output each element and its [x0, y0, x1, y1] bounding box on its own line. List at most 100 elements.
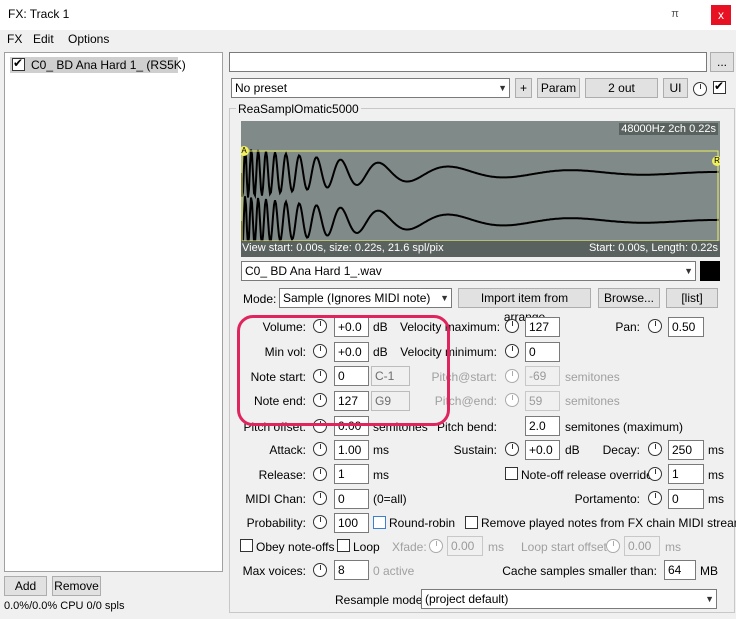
decay-knob-icon[interactable] [648, 442, 662, 456]
sustain-field[interactable]: +0.0 [525, 440, 560, 460]
title-bar: FX: Track 1 π x [0, 0, 736, 30]
round-robin-checkbox[interactable] [373, 516, 386, 529]
remove-button[interactable]: Remove [52, 576, 101, 596]
import-item-button[interactable]: Import item from arrange [458, 288, 591, 324]
param-button[interactable]: Param [537, 78, 580, 98]
loop-label: Loop [353, 540, 380, 554]
portamento-field[interactable]: 0 [668, 489, 704, 509]
xfade-label: Xfade: [392, 540, 427, 554]
pitch-end-unit: semitones [565, 394, 620, 408]
vel-max-knob-icon[interactable] [505, 319, 519, 333]
loop-start-knob-icon [606, 539, 620, 553]
xfade-unit: ms [488, 540, 504, 554]
resample-select[interactable]: (project default) ▼ [421, 589, 717, 609]
fx-enable-checkbox[interactable] [12, 56, 25, 71]
menu-edit[interactable]: Edit [33, 32, 54, 46]
menu-bar: FX Edit Options [0, 30, 736, 48]
marker-r[interactable]: R [712, 156, 720, 166]
mode-select[interactable]: Sample (Ignores MIDI note) ▼ [279, 288, 452, 308]
chevron-down-icon: ▼ [684, 266, 693, 276]
noteoff-override-label: Note-off release override: [521, 468, 657, 482]
list-button[interactable]: [list] [666, 288, 718, 308]
browse-button[interactable]: Browse... [598, 288, 660, 308]
release-label: Release: [258, 468, 306, 482]
attack-knob-icon[interactable] [313, 442, 327, 456]
add-button[interactable]: Add [4, 576, 47, 596]
file-select[interactable]: C0_ BD Ana Hard 1_.wav ▼ [241, 261, 696, 281]
noteoff-override-checkbox[interactable] [505, 467, 518, 480]
pitch-end-knob-icon [505, 393, 519, 407]
midi-chan-knob-icon[interactable] [313, 491, 327, 505]
pan-field[interactable]: 0.50 [668, 317, 704, 337]
pitch-bend-field[interactable]: 2.0 [525, 416, 560, 436]
attack-field[interactable]: 1.00 [334, 440, 369, 460]
decay-field[interactable]: 250 [668, 440, 704, 460]
decay-unit: ms [708, 443, 724, 457]
release-unit: ms [373, 468, 389, 482]
loop-start-unit: ms [665, 540, 681, 554]
waveform-info-top: 48000Hz 2ch 0.22s [619, 123, 718, 135]
release-field[interactable]: 1 [334, 464, 369, 484]
probability-knob-icon[interactable] [313, 515, 327, 529]
obey-noteoffs-label: Obey note-offs [256, 540, 335, 554]
remove-played-checkbox[interactable] [465, 516, 478, 529]
xfade-knob-icon [429, 539, 443, 553]
cpu-status: 0.0%/0.0% CPU 0/0 spls [4, 600, 125, 612]
vel-max-field[interactable]: 127 [525, 317, 560, 337]
noteoff-override-field[interactable]: 1 [668, 464, 704, 484]
preset-select[interactable]: No preset ▼ [231, 78, 510, 98]
attack-unit: ms [373, 443, 389, 457]
cache-field[interactable]: 64 [664, 560, 696, 580]
preset-value: No preset [235, 81, 288, 95]
fx-chain-list[interactable]: C0_ BD Ana Hard 1_ (RS5K) [4, 52, 223, 572]
attack-label: Attack: [269, 443, 306, 457]
resample-label: Resample mode: [335, 593, 426, 607]
pan-label: Pan: [615, 320, 640, 334]
waveform-display[interactable]: 48000Hz 2ch 0.22s View start: 0.00s, siz… [241, 121, 720, 257]
loop-checkbox[interactable] [337, 539, 350, 552]
midi-chan-label: MIDI Chan: [245, 492, 306, 506]
file-value: C0_ BD Ana Hard 1_.wav [245, 264, 382, 278]
plugin-name: ReaSamplOmatic5000 [236, 102, 361, 116]
more-button[interactable]: ... [710, 52, 734, 72]
release-knob-icon[interactable] [313, 467, 327, 481]
loop-start-label: Loop start offset: [521, 540, 611, 554]
pitch-start-unit: semitones [565, 370, 620, 384]
pan-knob-icon[interactable] [648, 319, 662, 333]
fx-name-field[interactable] [229, 52, 707, 72]
portamento-label: Portamento: [574, 492, 640, 506]
menu-options[interactable]: Options [68, 32, 109, 46]
mode-label: Mode: [243, 292, 277, 306]
cache-unit: MB [700, 564, 718, 578]
resample-value: (project default) [425, 592, 509, 606]
sustain-unit: dB [565, 443, 580, 457]
color-swatch[interactable] [700, 261, 720, 281]
chevron-down-icon: ▼ [440, 293, 449, 303]
max-voices-field[interactable]: 8 [334, 560, 369, 580]
add-preset-button[interactable]: + [515, 78, 532, 98]
close-icon[interactable]: x [711, 5, 731, 25]
pitch-end-field: 59 [525, 391, 560, 411]
xfade-field: 0.00 [447, 536, 483, 556]
mode-value: Sample (Ignores MIDI note) [283, 291, 431, 305]
vel-min-field[interactable]: 0 [525, 342, 560, 362]
midi-chan-field[interactable]: 0 [334, 489, 369, 509]
max-voices-knob-icon[interactable] [313, 563, 327, 577]
window-title: FX: Track 1 [8, 7, 70, 21]
bypass-checkbox[interactable] [713, 79, 726, 94]
obey-noteoffs-checkbox[interactable] [240, 539, 253, 552]
sustain-knob-icon[interactable] [505, 442, 519, 456]
fx-chain-item[interactable]: C0_ BD Ana Hard 1_ (RS5K) [10, 56, 186, 73]
waveform-svg [241, 148, 720, 257]
io-button[interactable]: 2 out [585, 78, 658, 98]
portamento-knob-icon[interactable] [648, 491, 662, 505]
menu-fx[interactable]: FX [7, 32, 22, 46]
waveform-info-right: Start: 0.00s, Length: 0.22s [588, 242, 718, 254]
noteoff-override-knob-icon[interactable] [648, 467, 662, 481]
wet-knob-icon[interactable] [693, 82, 707, 96]
vel-min-knob-icon[interactable] [505, 344, 519, 358]
ui-button[interactable]: UI [663, 78, 688, 98]
probability-field[interactable]: 100 [334, 513, 369, 533]
remove-played-label: Remove played notes from FX chain MIDI s… [481, 516, 736, 530]
pin-icon[interactable]: π [664, 4, 686, 24]
